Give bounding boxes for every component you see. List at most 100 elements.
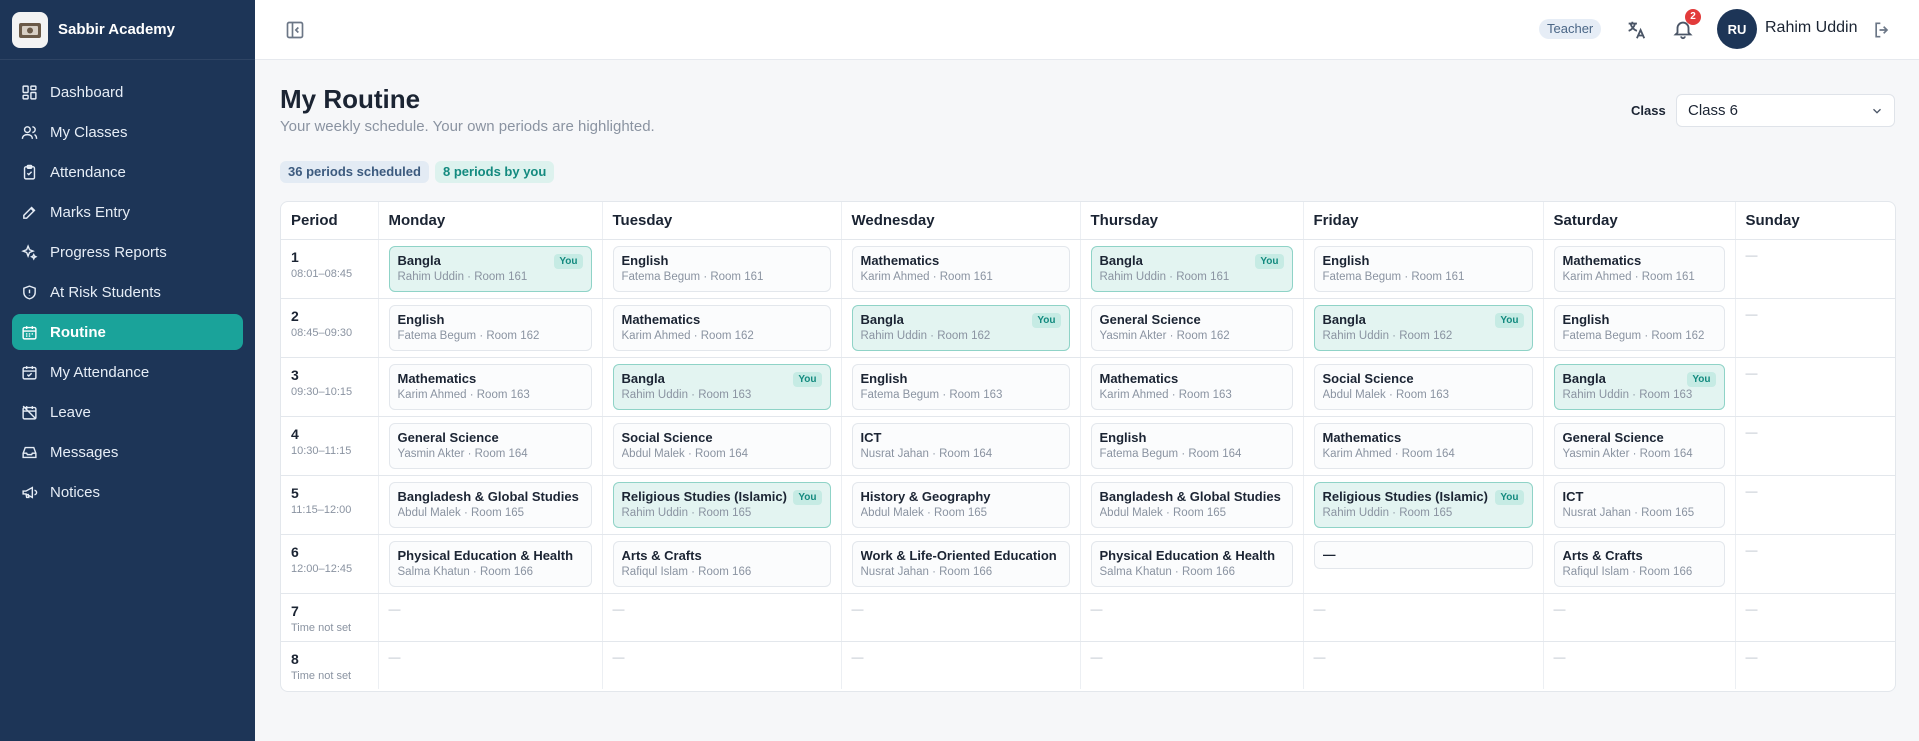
brand[interactable]: Sabbir Academy bbox=[0, 0, 255, 60]
my-period-card[interactable]: Religious Studies (Islamic) Rahim Uddin ·… bbox=[612, 481, 831, 528]
periods-by-you-badge: 8 periods by you bbox=[435, 161, 555, 183]
column-header-period: Period bbox=[281, 202, 379, 240]
period-card[interactable]: Arts & Crafts Rafiqul Islam · Room 166 bbox=[1553, 540, 1725, 587]
column-header-sunday: Sunday bbox=[1735, 202, 1895, 240]
subject-name: English bbox=[621, 252, 669, 268]
period-card[interactable]: Mathematics Karim Ahmed · Room 162 bbox=[612, 304, 831, 351]
period-card[interactable]: Work & Life-Oriented Education Nusrat Jah… bbox=[851, 540, 1070, 587]
period-card[interactable]: English Fatema Begum · Room 162 bbox=[388, 304, 592, 351]
routine-cell: Physical Education & Health Salma Khatun … bbox=[1080, 534, 1304, 594]
teacher-room: Karim Ahmed · Room 162 bbox=[621, 329, 754, 342]
routine-cell: — bbox=[1735, 416, 1895, 476]
sidebar-toggle-icon[interactable] bbox=[285, 20, 305, 40]
period-cell: 6 12:00–12:45 bbox=[281, 534, 379, 594]
routine-cell: History & Geography Abdul Malek · Room 16… bbox=[841, 475, 1081, 535]
period-card[interactable]: Social Science Abdul Malek · Room 163 bbox=[1313, 363, 1533, 410]
routine-cell: Bangla Rahim Uddin · Room 161 You bbox=[1080, 239, 1304, 299]
period-card[interactable]: Bangladesh & Global Studies Abdul Malek ·… bbox=[388, 481, 592, 528]
period-card[interactable]: General Science Yasmin Akter · Room 164 bbox=[388, 422, 592, 469]
sidebar-item-routine[interactable]: Routine bbox=[12, 314, 243, 350]
period-card[interactable]: Mathematics Karim Ahmed · Room 164 bbox=[1313, 422, 1533, 469]
period-time: 12:00–12:45 bbox=[291, 562, 353, 575]
sidebar-item-leave[interactable]: Leave bbox=[12, 394, 243, 430]
empty-slot: — bbox=[1090, 649, 1103, 664]
my-period-card[interactable]: Bangla Rahim Uddin · Room 162 You bbox=[851, 304, 1070, 351]
period-card[interactable]: English Fatema Begum · Room 161 bbox=[612, 245, 831, 292]
sidebar-item-dashboard[interactable]: Dashboard bbox=[12, 74, 243, 110]
sidebar-item-notices[interactable]: Notices bbox=[12, 474, 243, 510]
you-badge: You bbox=[1495, 312, 1524, 328]
empty-slot: — bbox=[612, 601, 625, 616]
my-period-card[interactable]: Bangla Rahim Uddin · Room 163 You bbox=[612, 363, 831, 410]
period-number: 8 bbox=[291, 650, 299, 667]
empty-slot: — bbox=[1745, 247, 1758, 262]
period-card[interactable]: Arts & Crafts Rafiqul Islam · Room 166 bbox=[612, 540, 831, 587]
sidebar-nav: Dashboard My Classes Attendance Marks En… bbox=[0, 60, 255, 510]
period-card[interactable]: Mathematics Karim Ahmed · Room 163 bbox=[1090, 363, 1293, 410]
teacher-room: Abdul Malek · Room 165 bbox=[1099, 506, 1227, 519]
subject-name: Bangla bbox=[860, 311, 904, 327]
routine-cell: — bbox=[1735, 534, 1895, 594]
period-card[interactable]: General Science Yasmin Akter · Room 162 bbox=[1090, 304, 1293, 351]
class-filter-label: Class bbox=[1631, 103, 1666, 118]
subject-name: General Science bbox=[397, 429, 499, 445]
sidebar-item-label: Routine bbox=[50, 323, 106, 341]
users-icon bbox=[21, 125, 38, 139]
period-card[interactable]: Physical Education & Health Salma Khatun … bbox=[388, 540, 592, 587]
language-icon[interactable] bbox=[1625, 19, 1647, 41]
teacher-room: Karim Ahmed · Room 161 bbox=[860, 270, 993, 283]
period-card[interactable]: General Science Yasmin Akter · Room 164 bbox=[1553, 422, 1725, 469]
sidebar-item-attendance[interactable]: Attendance bbox=[12, 154, 243, 190]
period-card[interactable]: ICT Nusrat Jahan · Room 164 bbox=[851, 422, 1070, 469]
period-card[interactable]: Mathematics Karim Ahmed · Room 161 bbox=[1553, 245, 1725, 292]
teacher-room: Nusrat Jahan · Room 165 bbox=[1562, 506, 1695, 519]
period-cell: 8 Time not set bbox=[281, 641, 379, 689]
sidebar-item-messages[interactable]: Messages bbox=[12, 434, 243, 470]
period-time: Time not set bbox=[291, 669, 352, 682]
my-period-card[interactable]: Bangla Rahim Uddin · Room 162 You bbox=[1313, 304, 1533, 351]
sidebar-item-my-attendance[interactable]: My Attendance bbox=[12, 354, 243, 390]
period-card[interactable]: — bbox=[1313, 540, 1533, 569]
period-card[interactable]: Social Science Abdul Malek · Room 164 bbox=[612, 422, 831, 469]
sidebar-item-progress-reports[interactable]: Progress Reports bbox=[12, 234, 243, 270]
sidebar-item-marks-entry[interactable]: Marks Entry bbox=[12, 194, 243, 230]
empty-slot: — bbox=[851, 601, 864, 616]
logout-icon[interactable] bbox=[1872, 20, 1892, 40]
period-card[interactable]: ICT Nusrat Jahan · Room 165 bbox=[1553, 481, 1725, 528]
empty-slot: — bbox=[1090, 601, 1103, 616]
period-card[interactable]: Mathematics Karim Ahmed · Room 163 bbox=[388, 363, 592, 410]
period-card[interactable]: Mathematics Karim Ahmed · Room 161 bbox=[851, 245, 1070, 292]
teacher-room: Rahim Uddin · Room 165 bbox=[621, 506, 752, 519]
period-card[interactable]: History & Geography Abdul Malek · Room 16… bbox=[851, 481, 1070, 528]
period-card[interactable]: Bangladesh & Global Studies Abdul Malek ·… bbox=[1090, 481, 1293, 528]
avatar[interactable]: RU bbox=[1717, 9, 1757, 49]
teacher-room: Abdul Malek · Room 164 bbox=[621, 447, 749, 460]
my-period-card[interactable]: Religious Studies (Islamic) Rahim Uddin ·… bbox=[1313, 481, 1533, 528]
period-cell: 3 09:30–10:15 bbox=[281, 357, 379, 417]
routine-cell: — bbox=[1303, 641, 1544, 689]
empty-slot: — bbox=[612, 649, 625, 664]
dashboard-icon bbox=[22, 84, 37, 100]
my-period-card[interactable]: Bangla Rahim Uddin · Room 163 You bbox=[1553, 363, 1725, 410]
my-period-card[interactable]: Bangla Rahim Uddin · Room 161 You bbox=[388, 245, 592, 292]
subject-name: Social Science bbox=[1322, 370, 1414, 386]
subject-name: Bangla bbox=[1322, 311, 1366, 327]
sidebar-item-my-classes[interactable]: My Classes bbox=[12, 114, 243, 150]
sidebar-item-at-risk-students[interactable]: At Risk Students bbox=[12, 274, 243, 310]
routine-cell: ICT Nusrat Jahan · Room 165 bbox=[1543, 475, 1736, 535]
class-select[interactable]: Class 6 bbox=[1676, 94, 1895, 127]
period-card[interactable]: Physical Education & Health Salma Khatun … bbox=[1090, 540, 1293, 587]
subject-name: History & Geography bbox=[860, 488, 991, 504]
column-header-tuesday: Tuesday bbox=[602, 202, 842, 240]
period-number: 5 bbox=[291, 484, 299, 501]
user-name[interactable]: Rahim Uddin bbox=[1765, 19, 1857, 37]
my-period-card[interactable]: Bangla Rahim Uddin · Room 161 You bbox=[1090, 245, 1293, 292]
period-card[interactable]: English Fatema Begum · Room 161 bbox=[1313, 245, 1533, 292]
period-card[interactable]: English Fatema Begum · Room 164 bbox=[1090, 422, 1293, 469]
period-card[interactable]: English Fatema Begum · Room 163 bbox=[851, 363, 1070, 410]
teacher-room: Yasmin Akter · Room 162 bbox=[1099, 329, 1230, 342]
routine-cell: Mathematics Karim Ahmed · Room 163 bbox=[378, 357, 603, 417]
period-time: 10:30–11:15 bbox=[291, 444, 352, 457]
column-header-thursday: Thursday bbox=[1080, 202, 1304, 240]
period-card[interactable]: English Fatema Begum · Room 162 bbox=[1553, 304, 1725, 351]
